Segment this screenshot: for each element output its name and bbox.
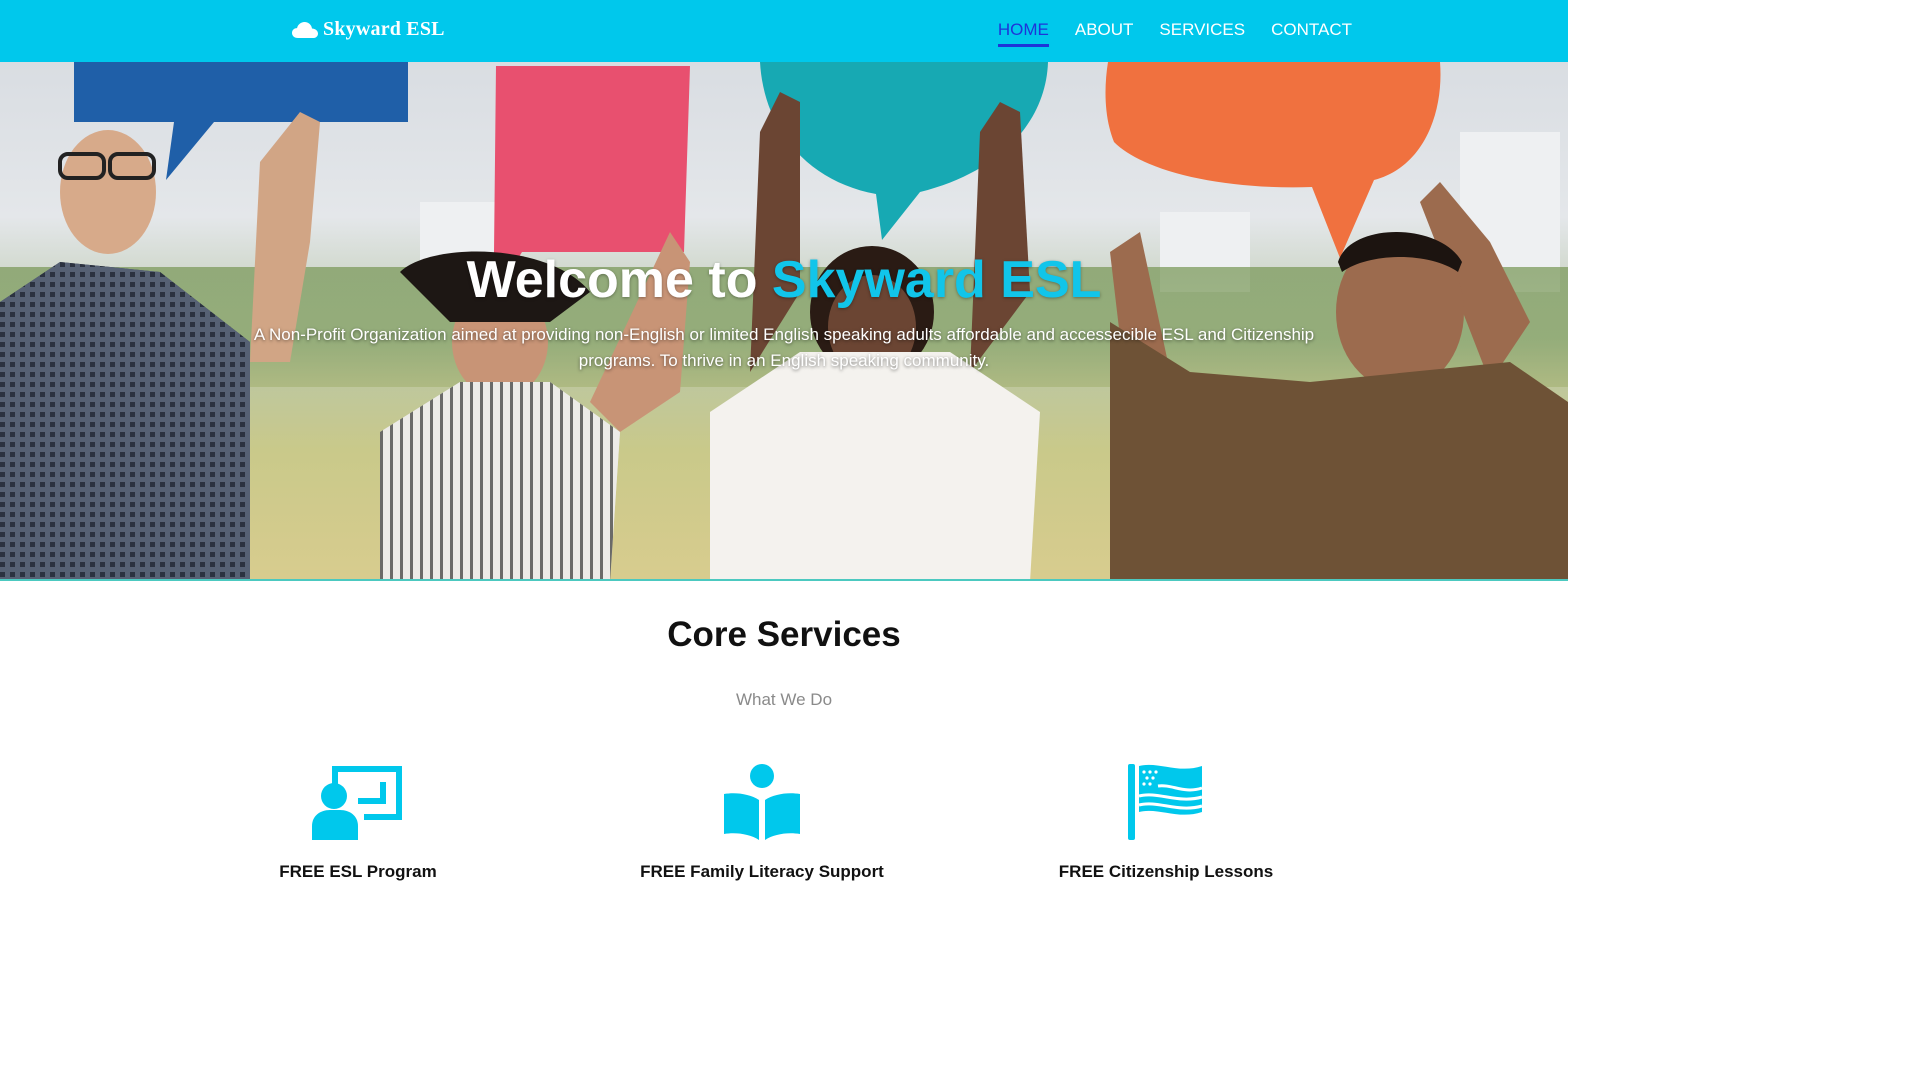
services-heading: Core Services: [0, 615, 1568, 655]
brand-name: Skyward ESL: [323, 18, 445, 40]
hero-title-prefix: Welcome to: [466, 251, 772, 309]
service-card-literacy[interactable]: FREE Family Literacy Support: [592, 762, 932, 882]
hero-content: Welcome to Skyward ESL A Non-Profit Orga…: [0, 250, 1568, 374]
service-label: FREE Family Literacy Support: [640, 862, 884, 881]
top-navbar: Skyward ESL HOME ABOUT SERVICES CONTACT: [0, 0, 1568, 62]
nav-about[interactable]: ABOUT: [1075, 20, 1134, 47]
services-subtitle: What We Do: [735, 690, 833, 709]
service-card-esl[interactable]: FREE ESL Program: [188, 762, 528, 882]
services-title: Core Services: [667, 615, 901, 654]
service-card-citizenship[interactable]: FREE Citizenship Lessons: [996, 762, 1336, 882]
nav-services[interactable]: SERVICES: [1159, 20, 1245, 47]
brand-logo[interactable]: Skyward ESL: [292, 18, 445, 41]
hero-title: Welcome to Skyward ESL: [0, 250, 1568, 310]
nav-home[interactable]: HOME: [997, 20, 1049, 47]
cloud-icon: [292, 21, 318, 38]
nav-contact[interactable]: CONTACT: [1271, 20, 1352, 47]
teacher-board-icon: [312, 766, 402, 840]
us-flag-icon: [1128, 764, 1203, 840]
hero-banner: Welcome to Skyward ESL A Non-Profit Orga…: [0, 62, 1568, 581]
main-nav: HOME ABOUT SERVICES CONTACT: [997, 20, 1352, 47]
service-label: FREE ESL Program: [279, 862, 437, 881]
reader-book-icon: [724, 764, 800, 840]
hero-title-accent: Skyward ESL: [771, 251, 1102, 309]
service-label: FREE Citizenship Lessons: [1058, 862, 1274, 881]
hero-subtitle: A Non-Profit Organization aimed at provi…: [253, 325, 1315, 370]
